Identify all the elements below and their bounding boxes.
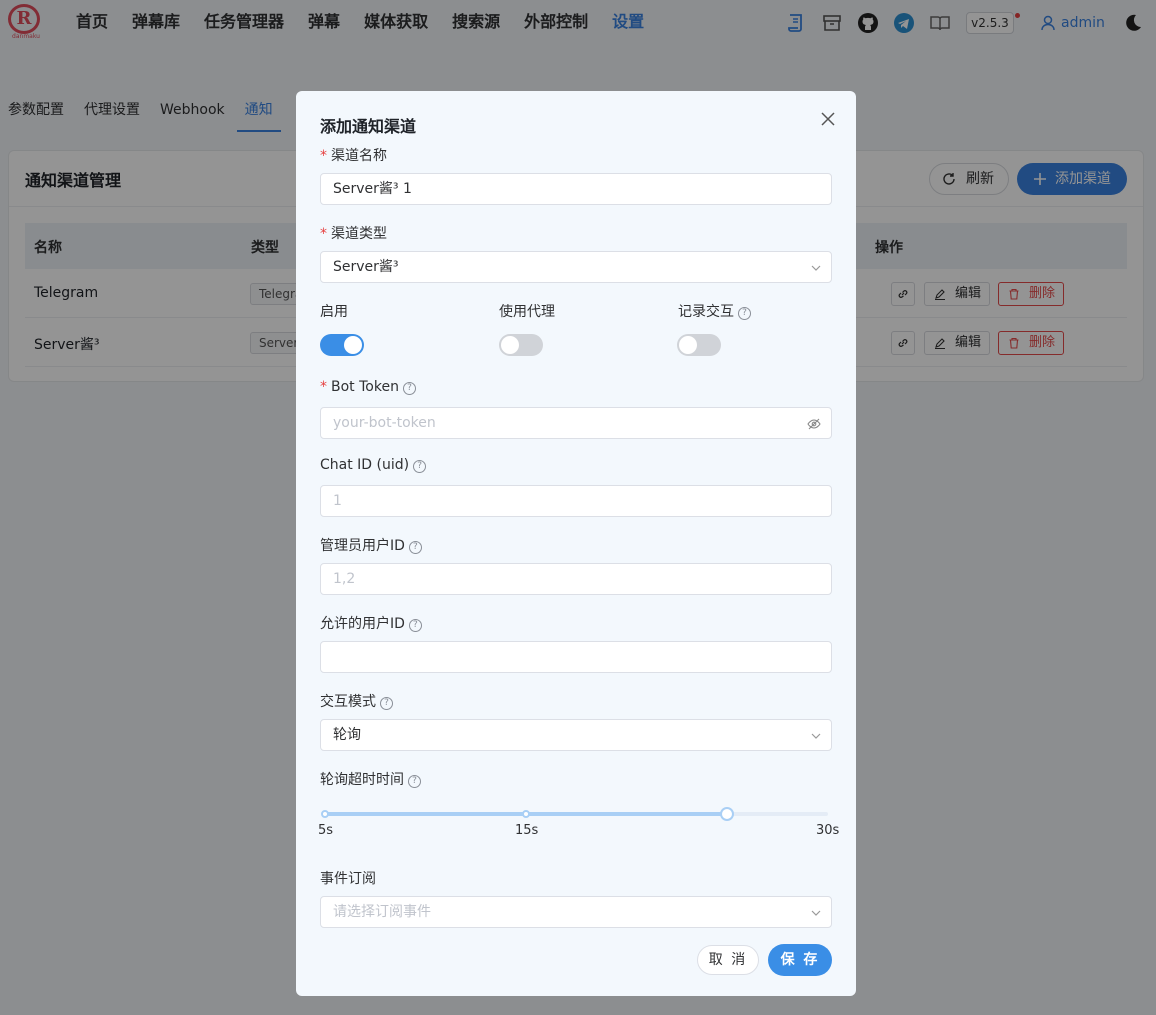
poll-timeout-label: 轮询超时时间? <box>320 769 421 789</box>
channel-type-select[interactable]: Server酱³ <box>320 251 832 283</box>
switch-knob <box>501 336 519 354</box>
bot-token-input[interactable]: your-bot-token <box>320 407 832 439</box>
interaction-mode-select[interactable]: 轮询 <box>320 719 832 751</box>
slider-mark-min: 5s <box>318 823 334 838</box>
save-button[interactable]: 保 存 <box>768 944 832 976</box>
events-label: 事件订阅 <box>320 871 376 887</box>
help-icon[interactable]: ? <box>408 541 422 554</box>
help-icon[interactable]: ? <box>408 619 422 632</box>
admin-ids-input[interactable]: 1,2 <box>320 563 832 595</box>
channel-name-label: * 渠道名称 <box>320 148 387 164</box>
allowed-ids-input[interactable] <box>320 641 832 673</box>
help-icon[interactable]: ? <box>408 775 421 788</box>
cancel-button[interactable]: 取 消 <box>697 945 759 975</box>
channel-name-input[interactable]: Server酱³ 1 <box>320 173 832 205</box>
switch-knob <box>344 336 362 354</box>
events-placeholder: 请选择订阅事件 <box>333 904 431 920</box>
dialog-title: 添加通知渠道 <box>320 117 417 136</box>
chevron-down-icon <box>811 265 821 271</box>
slider-stop <box>522 810 530 818</box>
log-interaction-switch[interactable] <box>677 334 721 356</box>
help-icon[interactable]: ? <box>380 697 393 710</box>
slider-stop <box>321 810 329 818</box>
help-icon[interactable]: ? <box>402 382 416 395</box>
slider-mark-mid: 15s <box>515 823 539 838</box>
chat-id-label: Chat ID (uid)? <box>320 457 427 473</box>
add-channel-dialog: 添加通知渠道 * 渠道名称 Server酱³ 1 * 渠道类型 Server酱³ 启… <box>296 91 856 996</box>
bot-token-label: * Bot Token? <box>320 379 416 395</box>
enable-label: 启用 <box>320 304 348 320</box>
allowed-ids-label: 允许的用户ID? <box>320 613 422 633</box>
help-icon[interactable]: ? <box>738 307 751 320</box>
log-interaction-label: 记录交互? <box>678 301 751 321</box>
slider-mark-max: 30s <box>816 823 840 838</box>
events-select[interactable]: 请选择订阅事件 <box>320 896 832 928</box>
admin-ids-label: 管理员用户ID? <box>320 535 422 555</box>
chevron-down-icon <box>811 910 821 916</box>
channel-type-label: * 渠道类型 <box>320 226 387 242</box>
interaction-mode-label: 交互模式? <box>320 691 393 711</box>
enable-switch[interactable] <box>320 334 364 356</box>
modal-mask-top[interactable] <box>0 0 1156 46</box>
interaction-mode-value: 轮询 <box>333 727 361 743</box>
switch-knob <box>679 336 697 354</box>
chevron-down-icon <box>811 733 821 739</box>
slider-handle[interactable] <box>720 807 735 821</box>
help-icon[interactable]: ? <box>413 460 427 473</box>
use-proxy-switch[interactable] <box>499 334 543 356</box>
chat-id-input[interactable]: 1 <box>320 485 832 517</box>
eye-hidden-icon[interactable] <box>807 417 821 431</box>
channel-type-value: Server酱³ <box>333 259 399 275</box>
use-proxy-label: 使用代理 <box>499 304 555 320</box>
bot-token-placeholder: your-bot-token <box>333 415 436 431</box>
close-icon[interactable] <box>820 111 836 127</box>
